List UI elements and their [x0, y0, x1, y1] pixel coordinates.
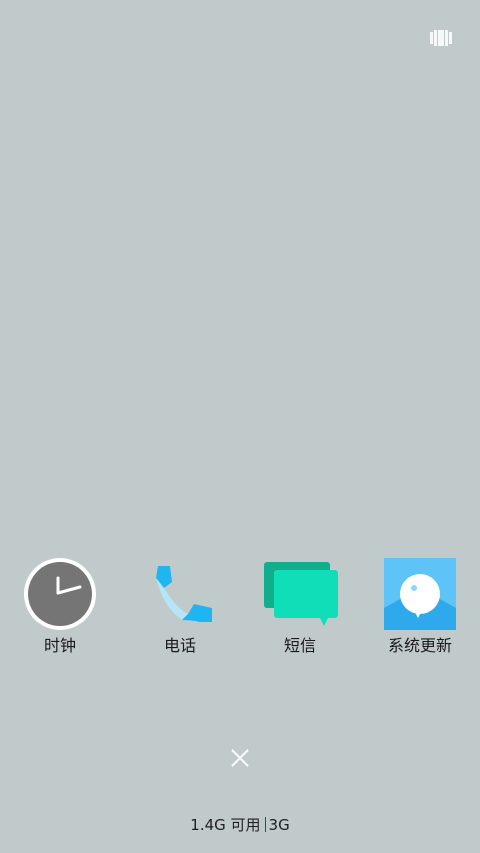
clock-icon — [22, 556, 98, 632]
phone-icon — [142, 556, 218, 632]
available-memory-text: 1.4G 可用 — [190, 816, 261, 834]
status-divider — [264, 817, 266, 832]
app-card-clock[interactable]: 时钟 — [0, 556, 120, 666]
app-label-clock: 时钟 — [43, 636, 76, 655]
close-icon[interactable] — [224, 742, 256, 774]
memory-status: 1.4G 可用 3G — [0, 814, 480, 836]
app-label-phone: 电话 — [163, 636, 196, 655]
sms-icon — [262, 556, 338, 632]
app-card-system-update[interactable]: 系统更新 — [360, 556, 480, 666]
recent-apps-icon[interactable] — [430, 30, 452, 46]
app-label-system-update: 系统更新 — [387, 636, 452, 655]
total-memory-text: 3G — [268, 816, 290, 834]
recent-apps-screen: 时钟 电话 短信 系统更新 1.4G 可用 3G — [0, 0, 480, 853]
app-card-phone[interactable]: 电话 — [120, 556, 240, 666]
app-label-sms: 短信 — [283, 636, 316, 655]
system-update-icon — [382, 556, 458, 632]
app-card-sms[interactable]: 短信 — [240, 556, 360, 666]
